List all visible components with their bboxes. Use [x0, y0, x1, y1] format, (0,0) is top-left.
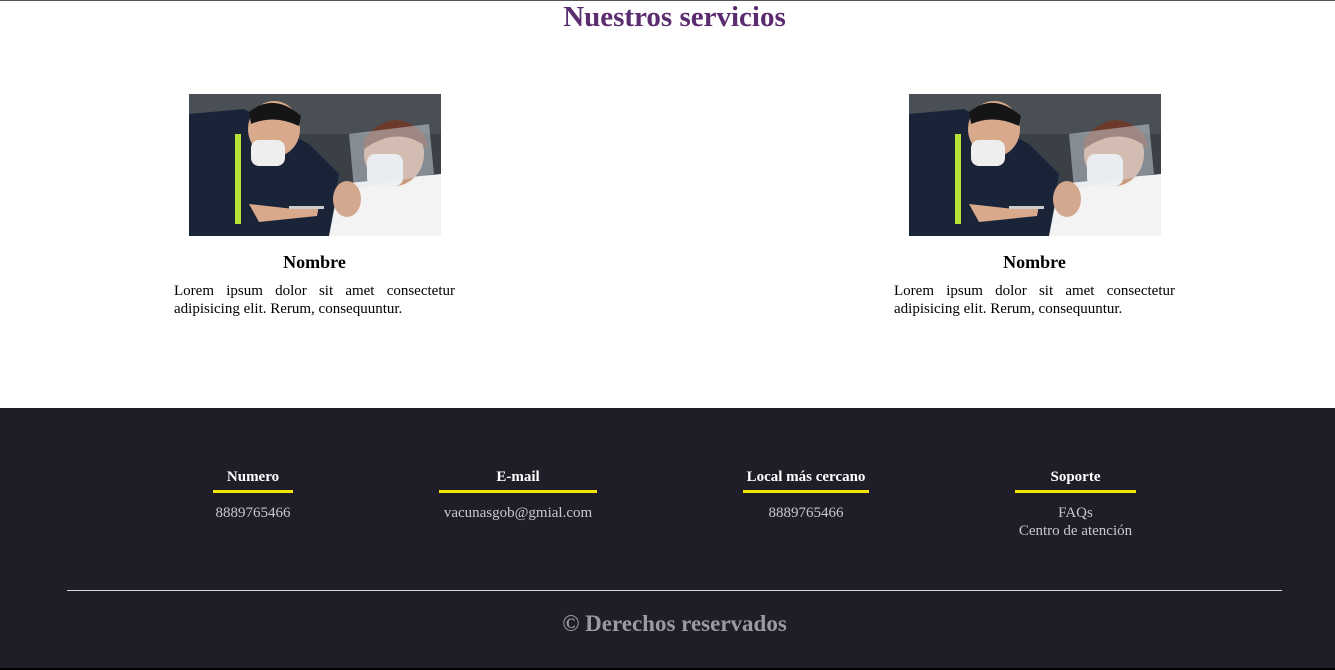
footer-location-text: 8889765466 [768, 505, 844, 521]
footer-accent-bar [213, 490, 293, 493]
footer-email-link[interactable]: vacunasgob@gmial.com [439, 504, 597, 522]
footer-accent-bar [1015, 490, 1136, 493]
footer: Numero 8889765466 E-mail vacunasgob@gmia… [0, 408, 1335, 670]
service-description: Lorem ipsum dolor sit amet consectetur a… [894, 283, 1175, 317]
footer-accent-bar [439, 490, 597, 493]
footer-column-nearest-location: Local más cercano 8889765466 [743, 468, 869, 522]
service-image [908, 94, 1161, 236]
footer-column-title: E-mail [496, 469, 540, 485]
footer-column-title: Soporte [1050, 469, 1101, 485]
service-image [188, 94, 441, 236]
footer-column-email: E-mail vacunasgob@gmial.com [439, 468, 597, 522]
footer-copyright: © Derechos reservados [562, 611, 787, 636]
footer-faqs-link[interactable]: FAQs [1015, 504, 1136, 522]
vaccination-photo-icon [188, 94, 441, 236]
service-name: Nombre [283, 252, 346, 272]
footer-column-title: Local más cercano [746, 469, 866, 485]
page-title: Nuestros servicios [563, 1, 786, 33]
footer-accent-bar [743, 490, 869, 493]
footer-divider [67, 590, 1282, 591]
service-card: Nombre Lorem ipsum dolor sit amet consec… [174, 94, 455, 318]
service-card: Nombre Lorem ipsum dolor sit amet consec… [894, 94, 1175, 318]
footer-column-title: Numero [226, 469, 280, 485]
footer-column-phone: Numero 8889765466 [213, 468, 293, 522]
footer-phone-text: 8889765466 [215, 505, 291, 521]
footer-column-support: Soporte FAQs Centro de atención [1015, 468, 1136, 540]
service-description: Lorem ipsum dolor sit amet consectetur a… [174, 283, 455, 317]
vaccination-photo-icon [908, 94, 1161, 236]
service-name: Nombre [1003, 252, 1066, 272]
footer-support-center-link[interactable]: Centro de atención [1015, 522, 1136, 540]
